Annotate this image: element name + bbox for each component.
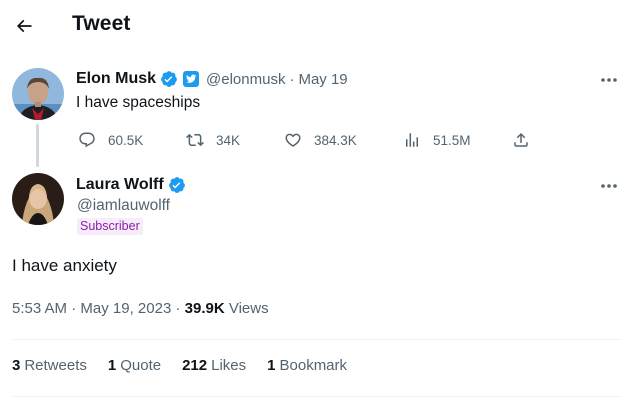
verified-badge-icon: [160, 70, 178, 88]
stat-retweets-count: 3: [12, 357, 21, 374]
stat-retweets-label: Retweets: [24, 357, 87, 374]
separator-dot: ·: [289, 70, 295, 88]
share-button[interactable]: [512, 126, 530, 154]
reply-button[interactable]: 60.5K: [78, 126, 143, 154]
reply-count: 60.5K: [108, 132, 144, 148]
arrow-left-icon: [16, 19, 32, 33]
retweet-button[interactable]: 34K: [186, 126, 240, 154]
stat-bookmark-count: 1: [267, 357, 276, 374]
stat-quote[interactable]: 1 Quote: [108, 357, 161, 374]
stat-bookmark-label: Bookmark: [279, 357, 348, 374]
retweet-icon: [186, 133, 204, 147]
stat-likes-count: 212: [182, 357, 208, 374]
twitter-blue-icon: [182, 70, 200, 88]
parent-display-name[interactable]: Elon Musk: [76, 70, 156, 88]
stat-likes[interactable]: 212 Likes: [182, 357, 246, 374]
tweet-date[interactable]: May 19, 2023: [80, 300, 171, 317]
reply-handle[interactable]: @iamlauwolff: [77, 197, 170, 215]
more-horizontal-icon: [601, 184, 617, 188]
divider: [12, 339, 621, 340]
parent-handle[interactable]: @elonmusk: [206, 71, 285, 88]
views-count: 39.9K: [184, 300, 225, 317]
parent-date[interactable]: May 19: [298, 71, 347, 88]
views-label: Views: [228, 300, 269, 317]
back-button[interactable]: [10, 12, 38, 40]
stat-quote-count: 1: [107, 357, 117, 374]
avatar-elon-musk[interactable]: [12, 68, 64, 120]
verified-badge-icon: [168, 176, 186, 194]
thread-connector-line: [36, 124, 39, 167]
reply-more-button[interactable]: [596, 176, 622, 196]
engagement-stats: 3 Retweets 1 Quote 212 Likes 1 Bookmark: [12, 357, 368, 374]
view-count: 51.5M: [433, 132, 471, 148]
parent-tweet-user-row: Elon Musk @elonmusk · May 19: [76, 68, 348, 90]
retweet-count: 34K: [216, 132, 241, 148]
divider: [12, 396, 621, 397]
reply-icon: [79, 132, 95, 148]
stat-likes-label: Likes: [211, 357, 247, 374]
subscriber-badge: Subscriber: [77, 218, 143, 235]
stat-quote-label: Quote: [120, 357, 162, 374]
analytics-icon: [406, 133, 418, 147]
tweet-time[interactable]: 5:53 AM: [12, 300, 67, 317]
share-icon: [514, 132, 528, 147]
more-horizontal-icon: [601, 78, 617, 82]
tweet-meta-line: 5:53 AM · May 19, 2023 · 39.9K Views: [12, 300, 269, 317]
separator-dot: ·: [71, 300, 77, 317]
like-button[interactable]: 384.3K: [284, 126, 357, 154]
reply-tweet-text: I have anxiety: [12, 256, 117, 275]
views-button[interactable]: 51.5M: [403, 126, 471, 154]
page-header: Tweet: [0, 0, 637, 54]
avatar-laura-wolff[interactable]: [12, 173, 64, 225]
separator-dot: ·: [175, 300, 181, 317]
heart-icon: [285, 133, 301, 147]
stat-bookmark[interactable]: 1 Bookmark: [267, 357, 347, 374]
page-title: Tweet: [72, 12, 131, 35]
parent-tweet-actions: 60.5K 34K 384.3K 51.5M: [66, 126, 546, 154]
like-count: 384.3K: [314, 132, 357, 148]
stat-retweets[interactable]: 3 Retweets: [12, 357, 87, 374]
parent-tweet-text: I have spaceships: [76, 94, 201, 111]
parent-more-button[interactable]: [596, 70, 622, 90]
reply-tweet-user-row: Laura Wolff: [76, 174, 186, 196]
reply-display-name[interactable]: Laura Wolff: [76, 176, 164, 194]
